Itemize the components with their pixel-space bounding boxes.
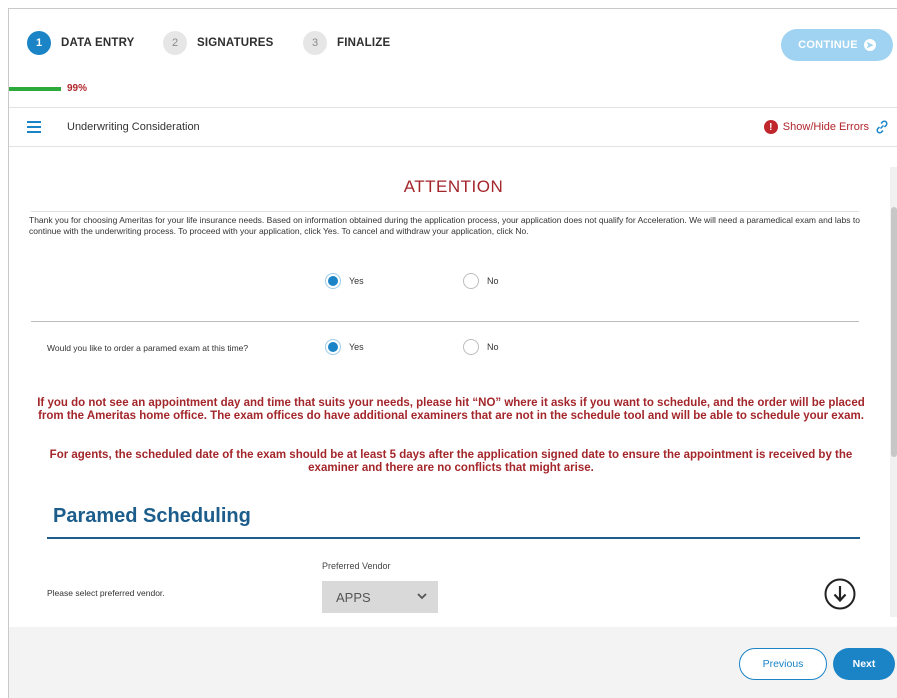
paramed-question: Would you like to order a paramed exam a…: [47, 343, 249, 353]
scrollbar[interactable]: [890, 167, 897, 617]
step-signatures[interactable]: 2 SIGNATURES: [163, 31, 274, 55]
section-title: Underwriting Consideration: [67, 121, 200, 133]
vendor-prompt: Please select preferred vendor.: [47, 588, 165, 598]
attention-heading: ATTENTION: [403, 177, 504, 196]
previous-button[interactable]: Previous: [739, 648, 827, 680]
step-number: 1: [27, 31, 51, 55]
download-circle-icon[interactable]: [823, 577, 857, 611]
paramed-no-radio[interactable]: [463, 339, 479, 355]
section-underline: [47, 537, 860, 539]
attention-no-option[interactable]: No: [463, 273, 499, 289]
hamburger-menu-icon[interactable]: [27, 121, 41, 133]
paramed-yes-label: Yes: [349, 342, 364, 352]
section-header: Underwriting Consideration ! Show/Hide E…: [9, 107, 897, 147]
show-hide-errors-label: Show/Hide Errors: [782, 121, 869, 133]
progress-bar: [9, 87, 61, 91]
stepper: 1 DATA ENTRY 2 SIGNATURES 3 FINALIZE CON…: [9, 9, 897, 79]
attention-yes-option[interactable]: Yes: [325, 273, 364, 289]
app-frame: 1 DATA ENTRY 2 SIGNATURES 3 FINALIZE CON…: [8, 8, 897, 698]
form-content: ATTENTION Thank you for choosing Amerita…: [9, 149, 897, 627]
continue-button[interactable]: CONTINUE ➤: [781, 29, 893, 61]
continue-label: CONTINUE: [798, 39, 858, 51]
attention-yes-label: Yes: [349, 276, 364, 286]
progress-indicator: 99%: [9, 81, 897, 101]
exclamation-circle-icon: !: [763, 120, 778, 134]
vendor-selected-value: APPS: [336, 589, 371, 605]
next-button[interactable]: Next: [833, 648, 895, 680]
chain-link-icon[interactable]: [874, 119, 890, 135]
agent-notice: For agents, the scheduled date of the ex…: [49, 449, 853, 474]
arrow-right-circle-icon: ➤: [863, 39, 876, 51]
chevron-down-icon: [417, 593, 427, 600]
paramed-no-option[interactable]: No: [463, 339, 499, 355]
step-number: 3: [303, 31, 327, 55]
paramed-no-label: No: [487, 342, 499, 352]
footer-nav: Previous Next: [9, 627, 897, 698]
paramed-scheduling-title: Paramed Scheduling: [53, 505, 251, 527]
scheduling-notice: If you do not see an appointment day and…: [37, 397, 865, 422]
step-finalize[interactable]: 3 FINALIZE: [303, 31, 390, 55]
preferred-vendor-select[interactable]: APPS: [322, 581, 438, 613]
attention-no-label: No: [487, 276, 499, 286]
step-label: FINALIZE: [337, 37, 391, 49]
show-hide-errors-link[interactable]: ! Show/Hide Errors: [763, 119, 890, 135]
progress-percent: 99%: [67, 83, 88, 94]
preferred-vendor-label: Preferred Vendor: [322, 561, 391, 571]
paramed-yes-radio[interactable]: [325, 339, 341, 355]
attention-yes-radio[interactable]: [325, 273, 341, 289]
attention-message: Thank you for choosing Ameritas for your…: [29, 215, 860, 236]
step-number: 2: [163, 31, 187, 55]
step-label: SIGNATURES: [197, 37, 274, 49]
step-data-entry[interactable]: 1 DATA ENTRY: [27, 31, 135, 55]
divider: [31, 321, 859, 322]
scrollbar-thumb[interactable]: [891, 207, 897, 457]
divider: [31, 211, 859, 212]
attention-no-radio[interactable]: [463, 273, 479, 289]
paramed-yes-option[interactable]: Yes: [325, 339, 364, 355]
step-label: DATA ENTRY: [61, 37, 135, 49]
